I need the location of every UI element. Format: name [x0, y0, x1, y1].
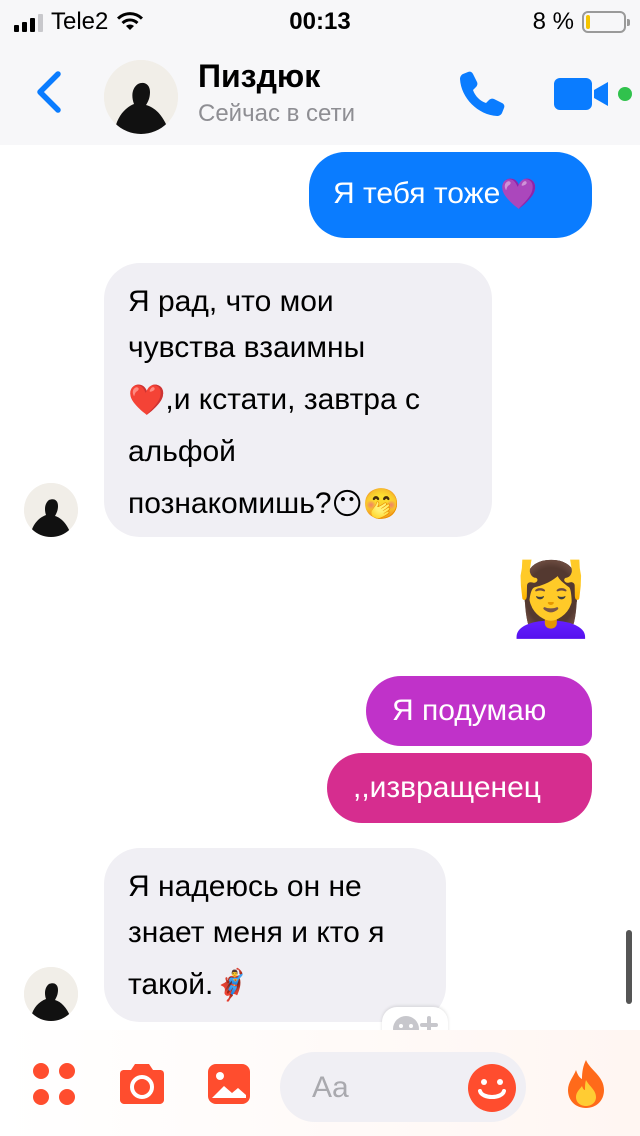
video-call-icon[interactable]: [552, 76, 612, 112]
message-line: чувства взаимны: [128, 331, 366, 364]
message-line: Я надеюсь он не: [128, 870, 362, 903]
message-line: познакомишь?: [128, 487, 332, 520]
contact-name: Пиздюк: [198, 58, 321, 94]
message-bubble-outgoing[interactable]: Я подумаю: [366, 676, 592, 746]
superhero-emoji: 🦸‍♂️: [213, 969, 251, 1003]
message-line: такой.: [128, 968, 214, 1001]
composer-bar: Aa: [0, 1030, 640, 1136]
battery-icon: [582, 11, 630, 33]
message-list[interactable]: Я тебя тоже💜 Я рад, что мои чувства взаи…: [0, 145, 640, 1042]
red-heart-emoji: ❤️: [128, 384, 166, 418]
message-line: альфой: [128, 435, 236, 468]
emoji-picker-icon[interactable]: [467, 1063, 517, 1113]
message-bubble-incoming[interactable]: Я рад, что мои чувства взаимны ❤️,и кста…: [104, 263, 492, 537]
face-massage-emoji: 💆‍♀️: [506, 560, 596, 640]
message-bubble-outgoing[interactable]: ,,извращенец: [327, 753, 592, 823]
more-apps-icon[interactable]: [32, 1062, 76, 1106]
status-bar: Tele2 00:13 8 %: [0, 0, 640, 40]
contact-avatar-small[interactable]: [24, 483, 78, 537]
contact-avatar-small[interactable]: [24, 967, 78, 1021]
emoji-message-outgoing[interactable]: 💆‍♀️: [506, 555, 596, 645]
battery-percent: 8 %: [532, 8, 574, 35]
camera-icon[interactable]: [116, 1062, 168, 1106]
phone-call-icon[interactable]: [456, 66, 510, 120]
fire-icon[interactable]: [564, 1058, 608, 1110]
message-text: Я тебя тоже: [333, 177, 501, 210]
message-text: Я подумаю: [392, 694, 547, 727]
online-indicator: [618, 87, 632, 101]
scrollbar[interactable]: [626, 930, 632, 1004]
hand-over-mouth-emoji: 🤭: [362, 488, 401, 522]
message-bubble-incoming[interactable]: Я надеюсь он не знает меня и кто я такой…: [104, 848, 446, 1022]
message-input-placeholder: Aa: [312, 1071, 349, 1104]
contact-status: Сейчас в сети: [198, 100, 355, 127]
message-line: знает меня и кто я: [128, 916, 385, 949]
status-right: 8 %: [532, 8, 630, 36]
no-mouth-face-emoji: 😶: [331, 488, 363, 522]
back-button[interactable]: [30, 68, 70, 116]
contact-avatar[interactable]: [104, 60, 178, 134]
message-text: ,,извращенец: [353, 771, 541, 804]
chat-header: Пиздюк Сейчас в сети: [0, 40, 640, 145]
purple-heart-emoji: 💜: [500, 178, 538, 212]
message-line: ,и кстати, завтра с: [165, 383, 421, 416]
message-line: Я рад, что мои: [128, 285, 334, 318]
gallery-icon[interactable]: [206, 1062, 252, 1106]
message-bubble-outgoing[interactable]: Я тебя тоже💜: [309, 152, 592, 238]
